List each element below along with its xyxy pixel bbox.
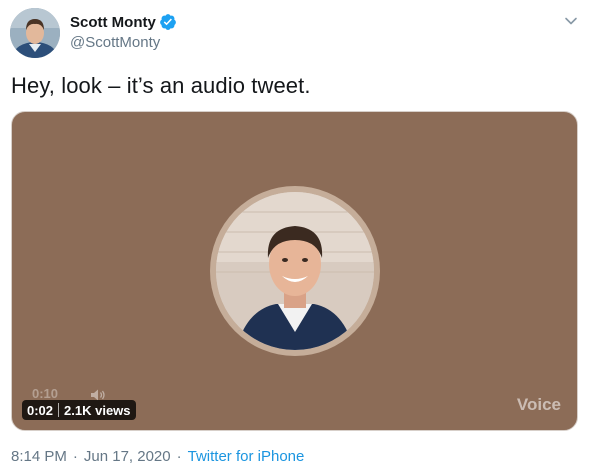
speaker-portrait <box>216 192 374 350</box>
voice-label: Voice <box>516 395 561 414</box>
tweet-time[interactable]: 8:14 PM <box>11 448 67 465</box>
playback-stats-pill: 0:02 2.1K views <box>22 400 136 420</box>
footer-separator: · <box>72 448 78 465</box>
author-handle[interactable]: @ScottMonty <box>70 34 160 51</box>
author-display-name[interactable]: Scott Monty <box>70 14 156 31</box>
footer-separator: · <box>176 448 182 465</box>
verified-badge-icon <box>159 13 177 31</box>
stats-divider <box>58 403 60 417</box>
chevron-down-icon[interactable] <box>560 10 582 32</box>
tweet-text: Hey, look – it’s an audio tweet. <box>11 73 311 98</box>
tweet-card: Scott Monty @ScottMonty Hey, look – it’s… <box>0 0 590 472</box>
tweet-date[interactable]: Jun 17, 2020 <box>84 448 171 465</box>
ghost-timestamp: 0:10 <box>32 386 59 401</box>
tweet-footer: 8:14 PM · Jun 17, 2020 · Twitter for iPh… <box>11 448 304 465</box>
speaker-portrait-ring <box>210 186 380 356</box>
view-count: 2.1K views <box>64 402 131 418</box>
author-name-row: Scott Monty <box>70 13 177 31</box>
audio-media-player[interactable]: 0:10 0:02 2.1K views Voice <box>11 111 578 431</box>
avatar[interactable] <box>10 8 60 58</box>
tweet-source-link[interactable]: Twitter for iPhone <box>188 448 305 465</box>
elapsed-time: 0:02 <box>27 402 54 418</box>
